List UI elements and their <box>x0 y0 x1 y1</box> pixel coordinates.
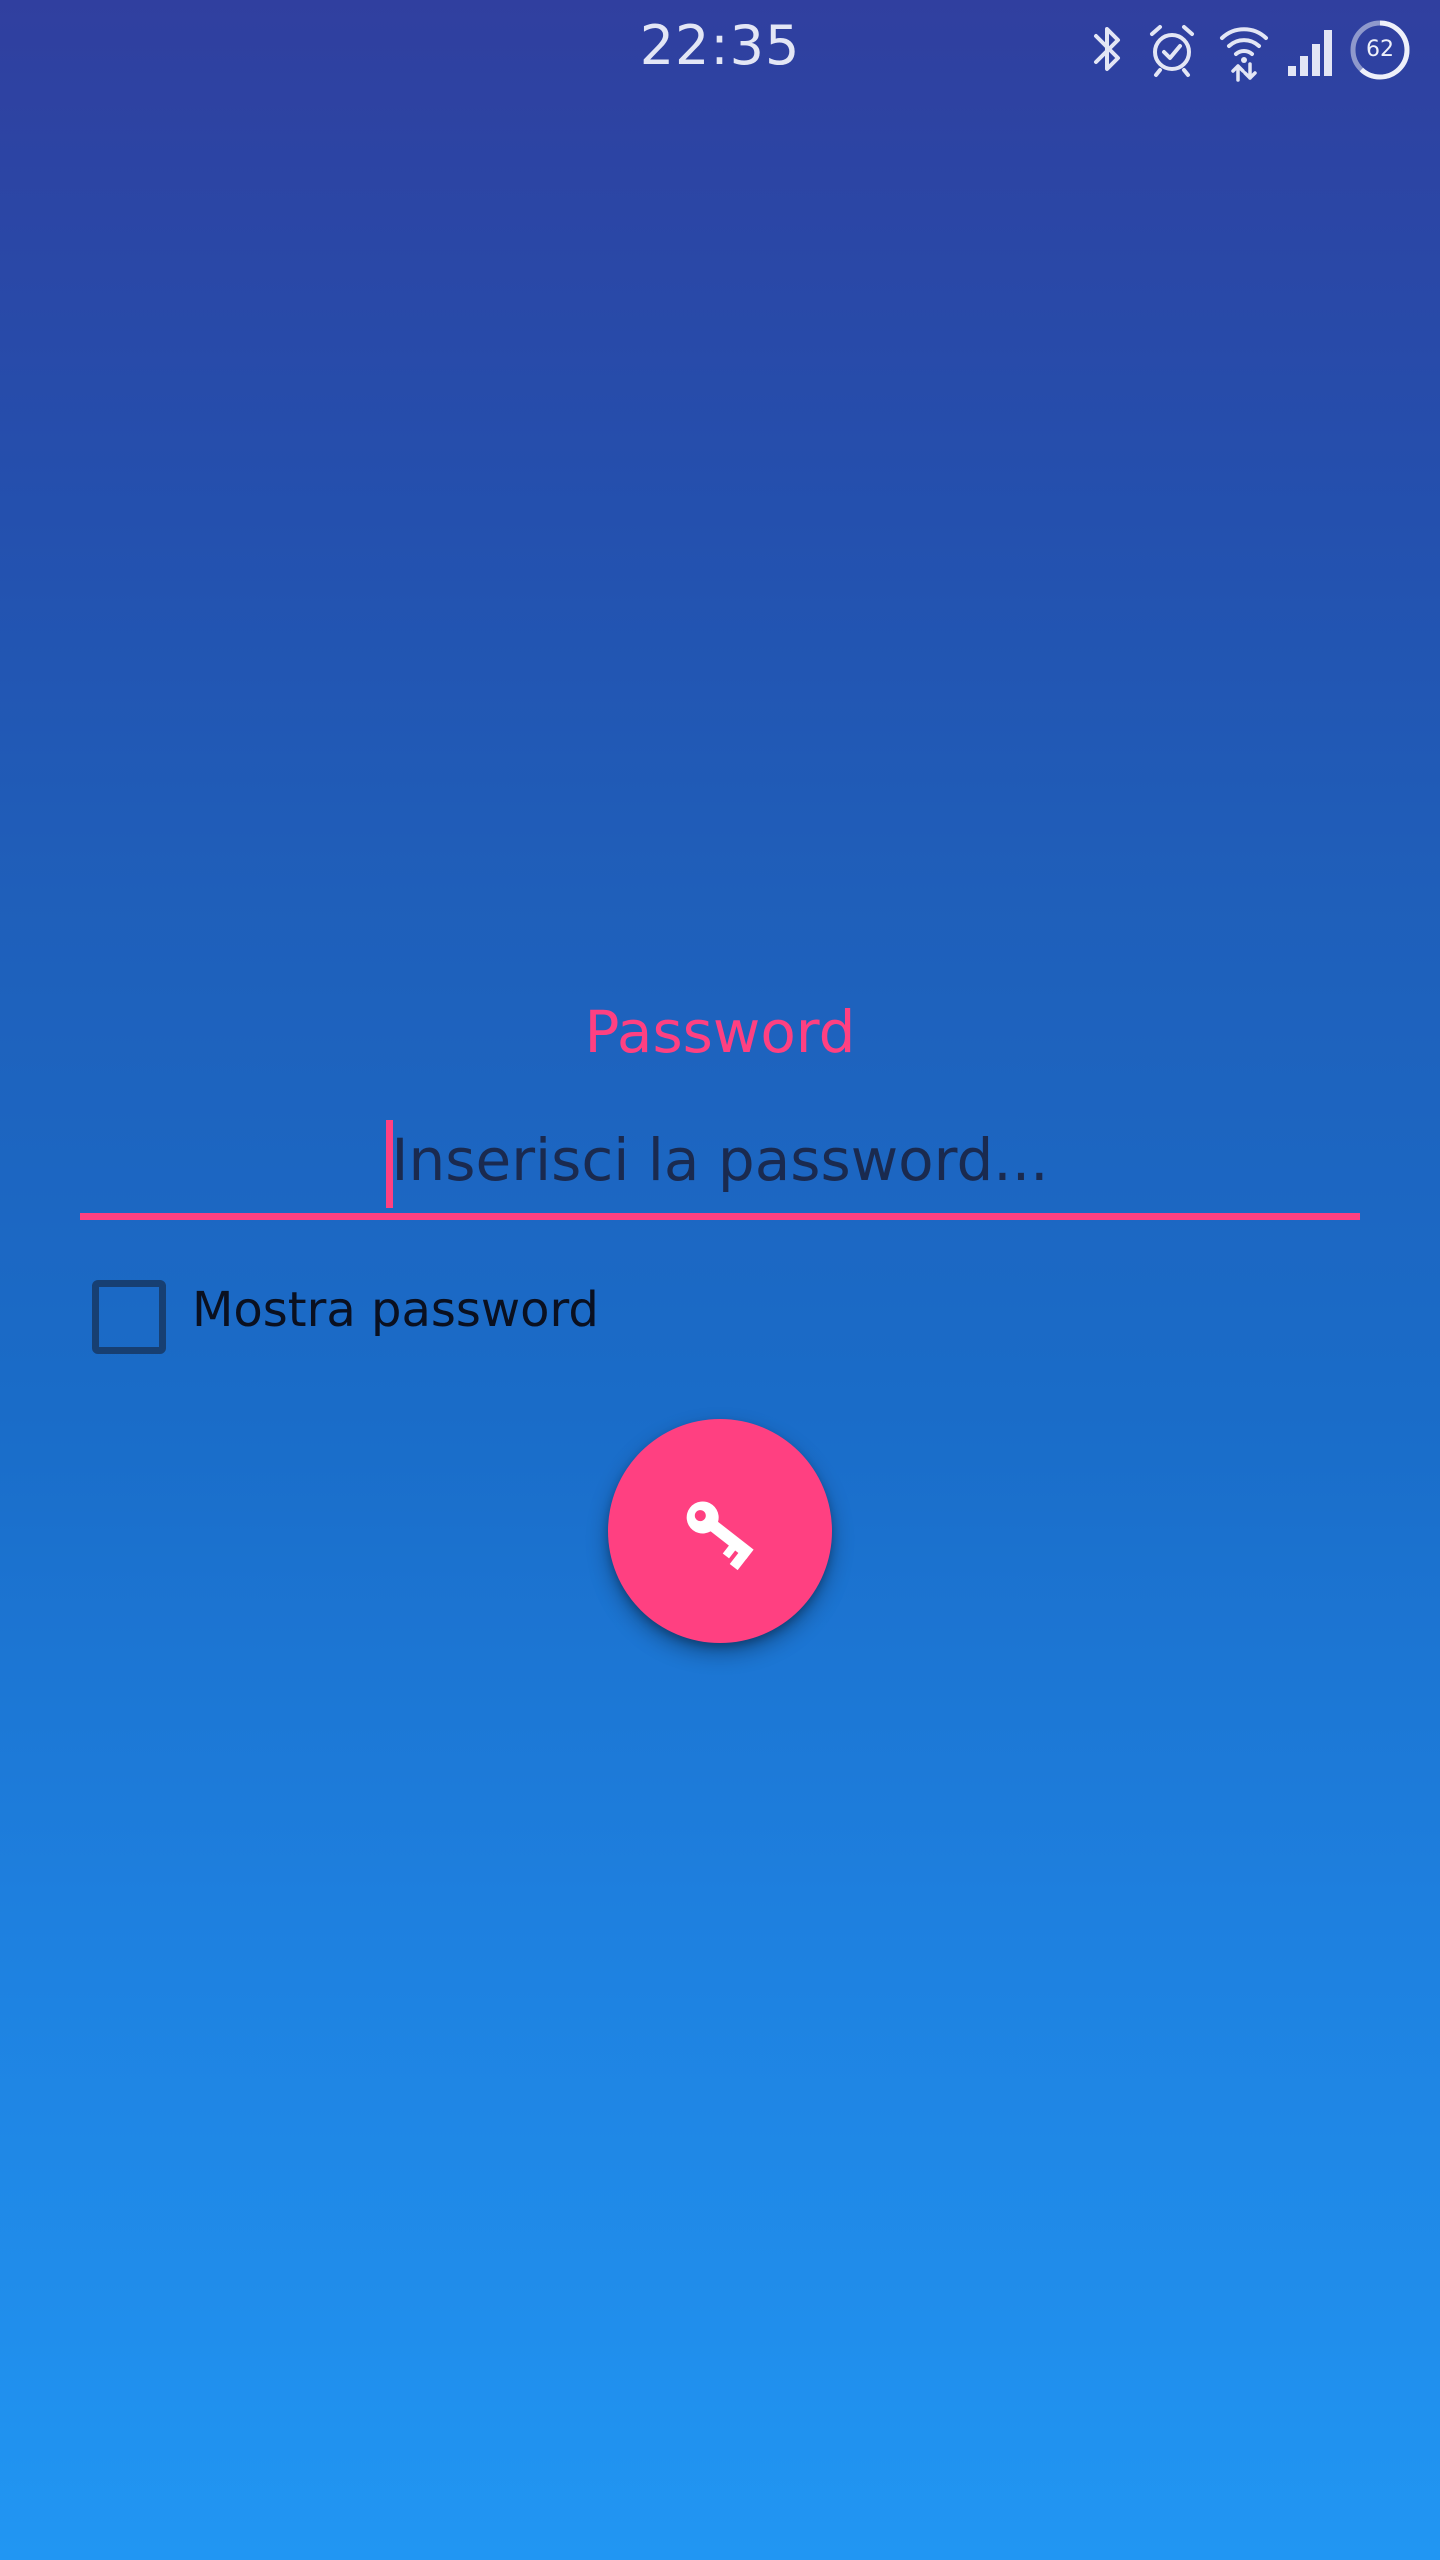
text-cursor <box>386 1120 393 1208</box>
battery-level: 62 <box>1366 37 1394 62</box>
password-input[interactable] <box>80 1100 1360 1220</box>
show-password-checkbox[interactable] <box>92 1280 166 1354</box>
show-password-row[interactable]: Mostra password <box>88 1276 708 1356</box>
alarm-icon <box>1150 25 1194 77</box>
submit-button[interactable] <box>608 1419 832 1643</box>
password-field[interactable] <box>80 1100 1360 1224</box>
status-icons: 62 <box>1088 18 1418 82</box>
password-underline <box>80 1213 1360 1220</box>
bluetooth-icon <box>1094 27 1120 71</box>
wifi-icon <box>1220 27 1268 82</box>
status-clock: 22:35 <box>639 14 801 77</box>
password-label: Password <box>584 998 856 1066</box>
cell-signal-icon <box>1288 30 1332 76</box>
show-password-label[interactable]: Mostra password <box>192 1282 599 1338</box>
key-icon <box>686 1501 754 1571</box>
status-bar: 22:35 62 <box>0 0 1440 100</box>
